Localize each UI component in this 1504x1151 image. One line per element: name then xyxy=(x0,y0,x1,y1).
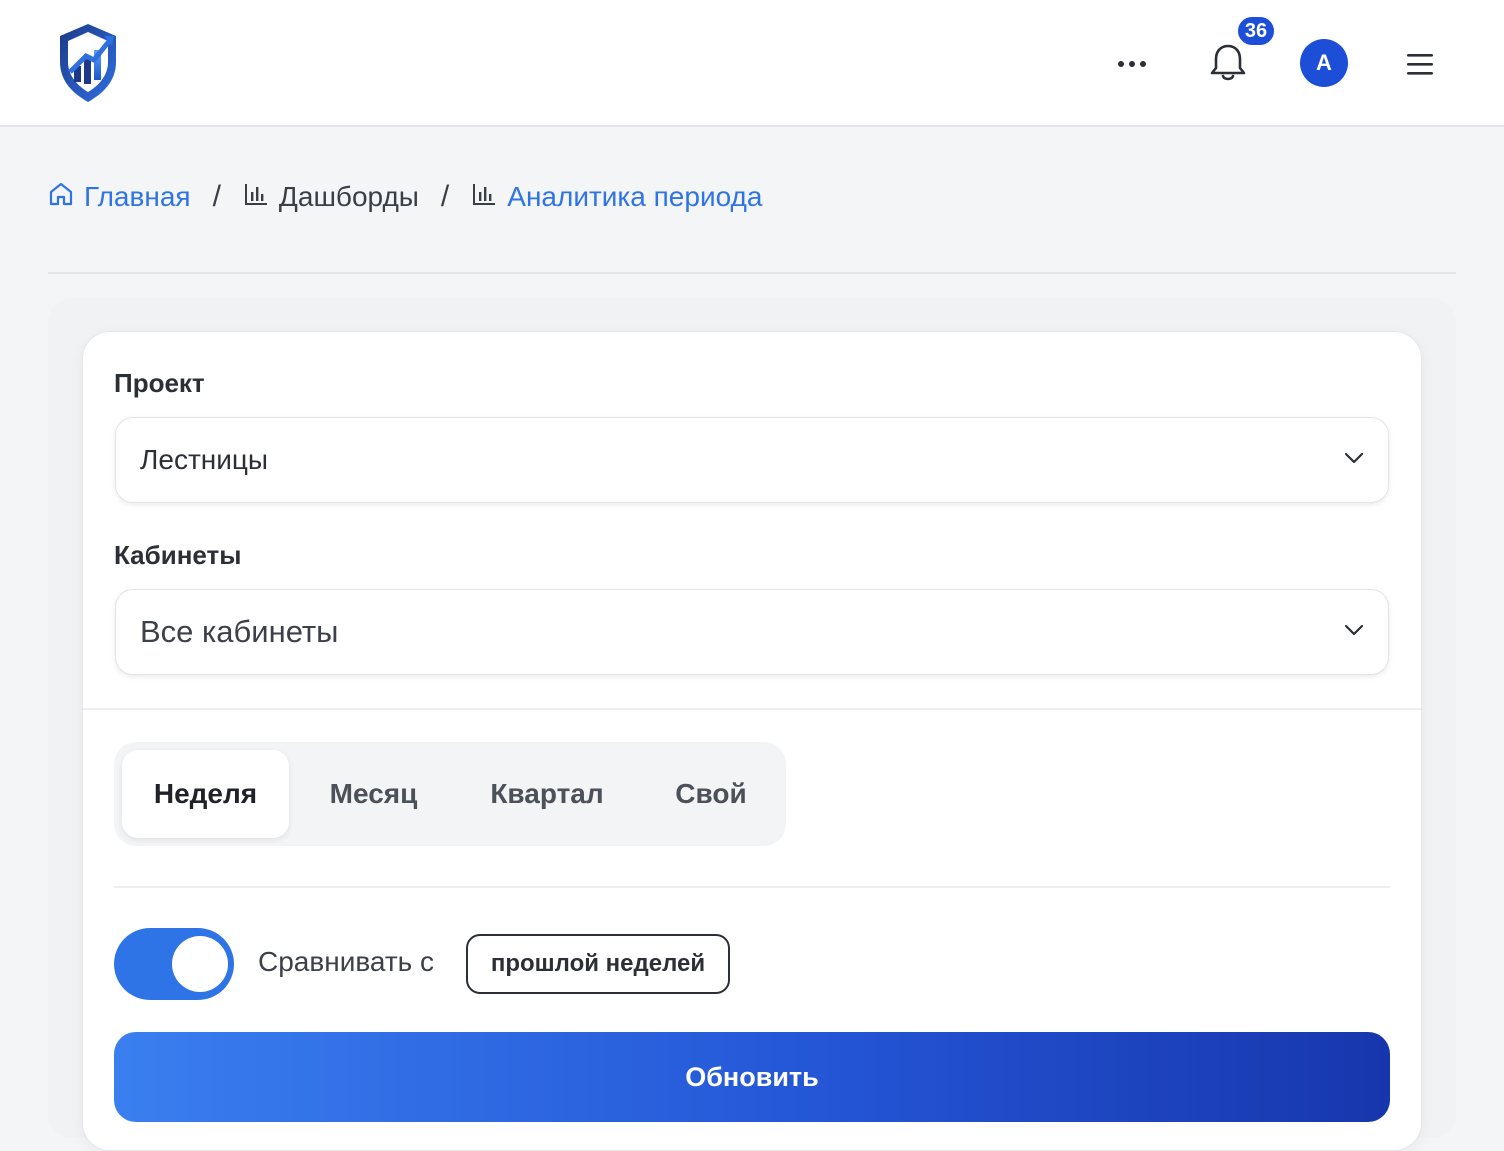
section-divider xyxy=(114,886,1390,888)
section-divider xyxy=(48,272,1456,274)
period-segmented-control: Неделя Месяц Квартал Свой xyxy=(114,742,786,846)
breadcrumb-separator: / xyxy=(440,180,450,213)
compare-toggle[interactable] xyxy=(114,928,234,1000)
cabinets-select[interactable]: Все кабинеты xyxy=(115,589,1389,675)
cabinets-label: Кабинеты xyxy=(114,540,242,570)
compare-period-chip[interactable]: прошлой неделей xyxy=(466,934,730,994)
bar-chart-icon xyxy=(471,181,497,214)
tab-custom[interactable]: Свой xyxy=(644,750,778,838)
bar-chart-icon xyxy=(243,181,269,214)
breadcrumb-home-label: Главная xyxy=(84,181,191,212)
breadcrumb-period-analytics[interactable]: Аналитика периода xyxy=(471,181,762,214)
top-header: 36 A xyxy=(0,0,1504,127)
home-icon xyxy=(48,181,74,214)
project-label: Проект xyxy=(114,368,205,398)
breadcrumb-home[interactable]: Главная xyxy=(48,181,191,214)
shield-chart-logo-icon[interactable] xyxy=(56,22,120,104)
tab-month[interactable]: Месяц xyxy=(297,750,450,838)
chevron-down-icon xyxy=(1344,623,1364,641)
breadcrumb-separator: / xyxy=(212,180,221,213)
breadcrumb-dashboards-label: Дашборды xyxy=(278,181,419,212)
breadcrumb: Главная / Дашборды / Аналитика периода xyxy=(48,176,762,218)
breadcrumb-dashboards[interactable]: Дашборды xyxy=(243,181,419,214)
cabinets-select-value: Все кабинеты xyxy=(140,614,339,649)
project-select-value: Лестницы xyxy=(140,444,269,475)
card-divider xyxy=(83,708,1421,710)
more-options-icon[interactable] xyxy=(1110,42,1154,86)
project-select[interactable]: Лестницы xyxy=(115,417,1389,503)
toggle-knob xyxy=(172,936,228,992)
notifications-badge: 36 xyxy=(1236,15,1276,47)
tab-quarter[interactable]: Квартал xyxy=(458,750,636,838)
breadcrumb-period-analytics-label: Аналитика периода xyxy=(507,181,763,212)
refresh-button[interactable]: Обновить xyxy=(114,1032,1390,1122)
tab-week[interactable]: Неделя xyxy=(122,750,289,838)
compare-label: Сравнивать с xyxy=(258,946,435,977)
user-avatar[interactable]: A xyxy=(1300,39,1348,87)
menu-icon[interactable] xyxy=(1398,42,1442,86)
chevron-down-icon xyxy=(1344,451,1364,469)
